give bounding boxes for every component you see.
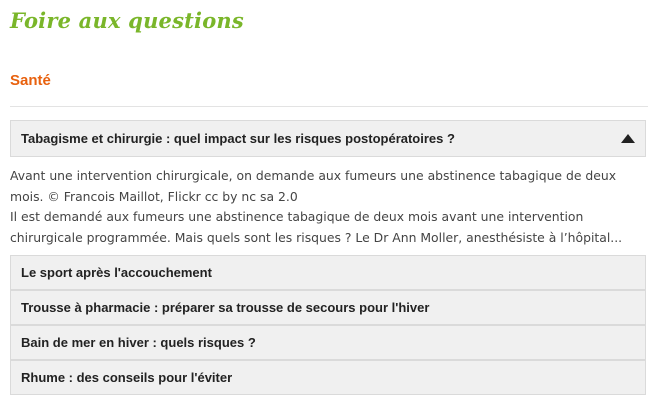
faq-item-open[interactable]: Tabagisme et chirurgie : quel impact sur… [10,120,646,157]
faq-question: Trousse à pharmacie : préparer sa trouss… [21,300,430,315]
section-divider [10,106,648,107]
faq-item[interactable]: Le sport après l'accouchement [10,255,646,290]
faq-question: Tabagisme et chirurgie : quel impact sur… [21,131,455,146]
faq-answer-excerpt: Il est demandé aux fumeurs une abstinenc… [10,209,623,245]
faq-item[interactable]: Rhume : des conseils pour l'éviter [10,360,646,395]
faq-question: Rhume : des conseils pour l'éviter [21,370,233,385]
faq-answer-caption: Avant une intervention chirurgicale, on … [10,168,617,204]
faq-question: Bain de mer en hiver : quels risques ? [21,335,256,350]
faq-item[interactable]: Bain de mer en hiver : quels risques ? [10,325,646,360]
faq-item[interactable]: Trousse à pharmacie : préparer sa trouss… [10,290,646,325]
page-title: Foire aux questions [10,8,244,33]
triangle-up-icon[interactable] [621,133,635,143]
section-title: Santé [10,72,51,89]
faq-question: Le sport après l'accouchement [21,265,212,280]
faq-answer: Avant une intervention chirurgicale, on … [10,166,642,248]
